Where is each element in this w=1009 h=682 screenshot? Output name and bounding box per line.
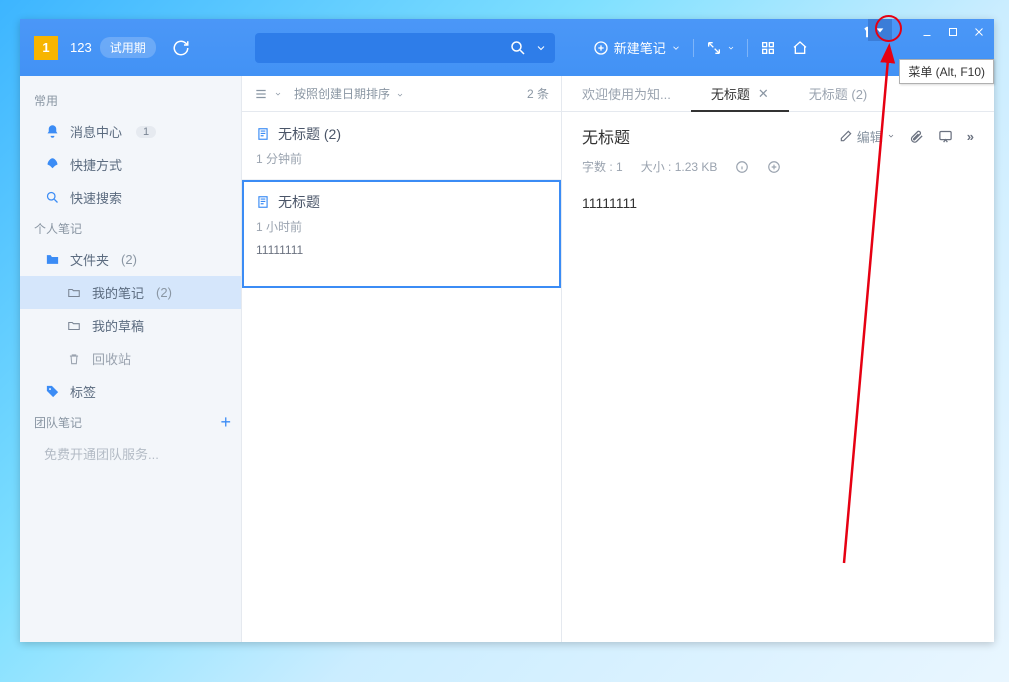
- search-icon: [509, 39, 527, 57]
- doc-meta: 字数 : 1 大小 : 1.23 KB: [562, 154, 994, 187]
- doc-title[interactable]: 无标题: [582, 124, 839, 148]
- toolbar: 新建笔记: [585, 32, 816, 63]
- label: 免费开通团队服务...: [44, 444, 159, 463]
- tab-welcome[interactable]: 欢迎使用为知...: [562, 76, 691, 111]
- comment-icon[interactable]: [938, 129, 953, 144]
- sidebar-item-shortcuts[interactable]: 快捷方式: [20, 148, 241, 181]
- note-count: 2 条: [527, 85, 549, 102]
- separator: [693, 39, 694, 57]
- note-item[interactable]: 无标题 (2) 1 分钟前: [242, 112, 561, 180]
- folder-icon: [66, 285, 82, 301]
- word-count: 字数 : 1: [582, 158, 623, 175]
- new-note-button[interactable]: 新建笔记: [585, 32, 689, 63]
- search-input[interactable]: [255, 33, 555, 63]
- note-title: 无标题: [278, 192, 320, 212]
- sidebar-item-mydrafts[interactable]: 我的草稿: [20, 309, 241, 342]
- note-icon: [256, 127, 270, 141]
- note-preview: 11111111: [256, 243, 547, 257]
- new-note-label: 新建笔记: [614, 38, 666, 57]
- label: 标签: [70, 382, 96, 401]
- maximize-button[interactable]: [946, 25, 960, 39]
- chevron-down-icon[interactable]: [274, 90, 282, 98]
- sidebar-item-tags[interactable]: 标签: [20, 375, 241, 408]
- close-icon[interactable]: ✕: [758, 86, 769, 102]
- folder-icon: [44, 252, 60, 268]
- label: 快捷方式: [70, 155, 122, 174]
- expand-button[interactable]: [698, 34, 743, 62]
- note-icon: [256, 195, 270, 209]
- label: 回收站: [92, 349, 131, 368]
- rocket-icon: [44, 157, 60, 173]
- section-team: 团队笔记: [20, 408, 96, 437]
- home-button[interactable]: [784, 34, 816, 62]
- label: 我的笔记: [92, 283, 144, 302]
- minimize-button[interactable]: [920, 25, 934, 39]
- list-header: 按照创建日期排序 2 条: [242, 76, 561, 112]
- grid-button[interactable]: [752, 34, 784, 62]
- plus-circle-icon[interactable]: [767, 160, 781, 174]
- doc-header: 无标题 编辑 »: [562, 112, 994, 154]
- sidebar-team-hint[interactable]: 免费开通团队服务...: [20, 437, 241, 470]
- sidebar: 常用 消息中心 1 快捷方式 快速搜索 个人笔记: [20, 76, 242, 642]
- note-item[interactable]: 无标题 1 小时前 11111111: [242, 180, 561, 288]
- plus-circle-icon: [593, 40, 609, 56]
- tab-current[interactable]: 无标题 ✕: [691, 76, 789, 111]
- badge: 1: [136, 126, 156, 138]
- size: 大小 : 1.23 KB: [641, 158, 718, 175]
- note-title: 无标题 (2): [278, 124, 341, 144]
- folder-icon: [66, 318, 82, 334]
- username[interactable]: 123: [70, 40, 92, 55]
- chevron-down-icon[interactable]: [535, 42, 547, 54]
- section-common: 常用: [20, 86, 241, 115]
- section-personal: 个人笔记: [20, 214, 241, 243]
- search-icon: [44, 190, 60, 206]
- sidebar-item-folders[interactable]: 文件夹 (2): [20, 243, 241, 276]
- sidebar-item-quicksearch[interactable]: 快速搜索: [20, 181, 241, 214]
- note-meta: 1 小时前: [256, 218, 547, 235]
- add-team-button[interactable]: +: [220, 412, 231, 433]
- account-badge[interactable]: 1: [34, 36, 58, 60]
- trash-icon: [66, 351, 82, 367]
- tab-other[interactable]: 无标题 (2): [789, 76, 888, 111]
- label: 文件夹: [70, 250, 109, 269]
- info-icon[interactable]: [735, 160, 749, 174]
- bell-icon: [44, 124, 60, 140]
- count: (2): [156, 285, 172, 300]
- sort-dropdown[interactable]: 按照创建日期排序: [294, 85, 404, 102]
- label: 消息中心: [70, 122, 122, 141]
- attachment-icon[interactable]: [909, 129, 924, 144]
- tag-icon: [44, 384, 60, 400]
- menu-dropdown-button[interactable]: [868, 19, 892, 41]
- editor-panel: 欢迎使用为知... 无标题 ✕ 无标题 (2) 无标题 编辑: [562, 76, 994, 642]
- titlebar: 1 123 试用期 新建笔记: [20, 19, 994, 76]
- label: 我的草稿: [92, 316, 144, 335]
- edit-button[interactable]: 编辑: [839, 127, 895, 146]
- close-button[interactable]: [972, 25, 986, 39]
- sidebar-item-messages[interactable]: 消息中心 1: [20, 115, 241, 148]
- list-icon[interactable]: [254, 87, 268, 101]
- note-meta: 1 分钟前: [256, 150, 547, 167]
- count: (2): [121, 252, 137, 267]
- separator: [747, 39, 748, 57]
- more-icon[interactable]: »: [967, 129, 974, 144]
- label: 快速搜索: [70, 188, 122, 207]
- tooltip: 菜单 (Alt, F10): [899, 59, 994, 84]
- trial-badge[interactable]: 试用期: [100, 37, 156, 58]
- doc-body[interactable]: 11111111: [562, 187, 994, 219]
- sidebar-item-mynotes[interactable]: 我的笔记 (2): [20, 276, 241, 309]
- sidebar-item-recycle[interactable]: 回收站: [20, 342, 241, 375]
- sync-icon[interactable]: [172, 39, 190, 57]
- note-list-panel: 按照创建日期排序 2 条 无标题 (2) 1 分钟前 无标题 1 小时前 111…: [242, 76, 562, 642]
- chevron-down-icon: [671, 43, 681, 53]
